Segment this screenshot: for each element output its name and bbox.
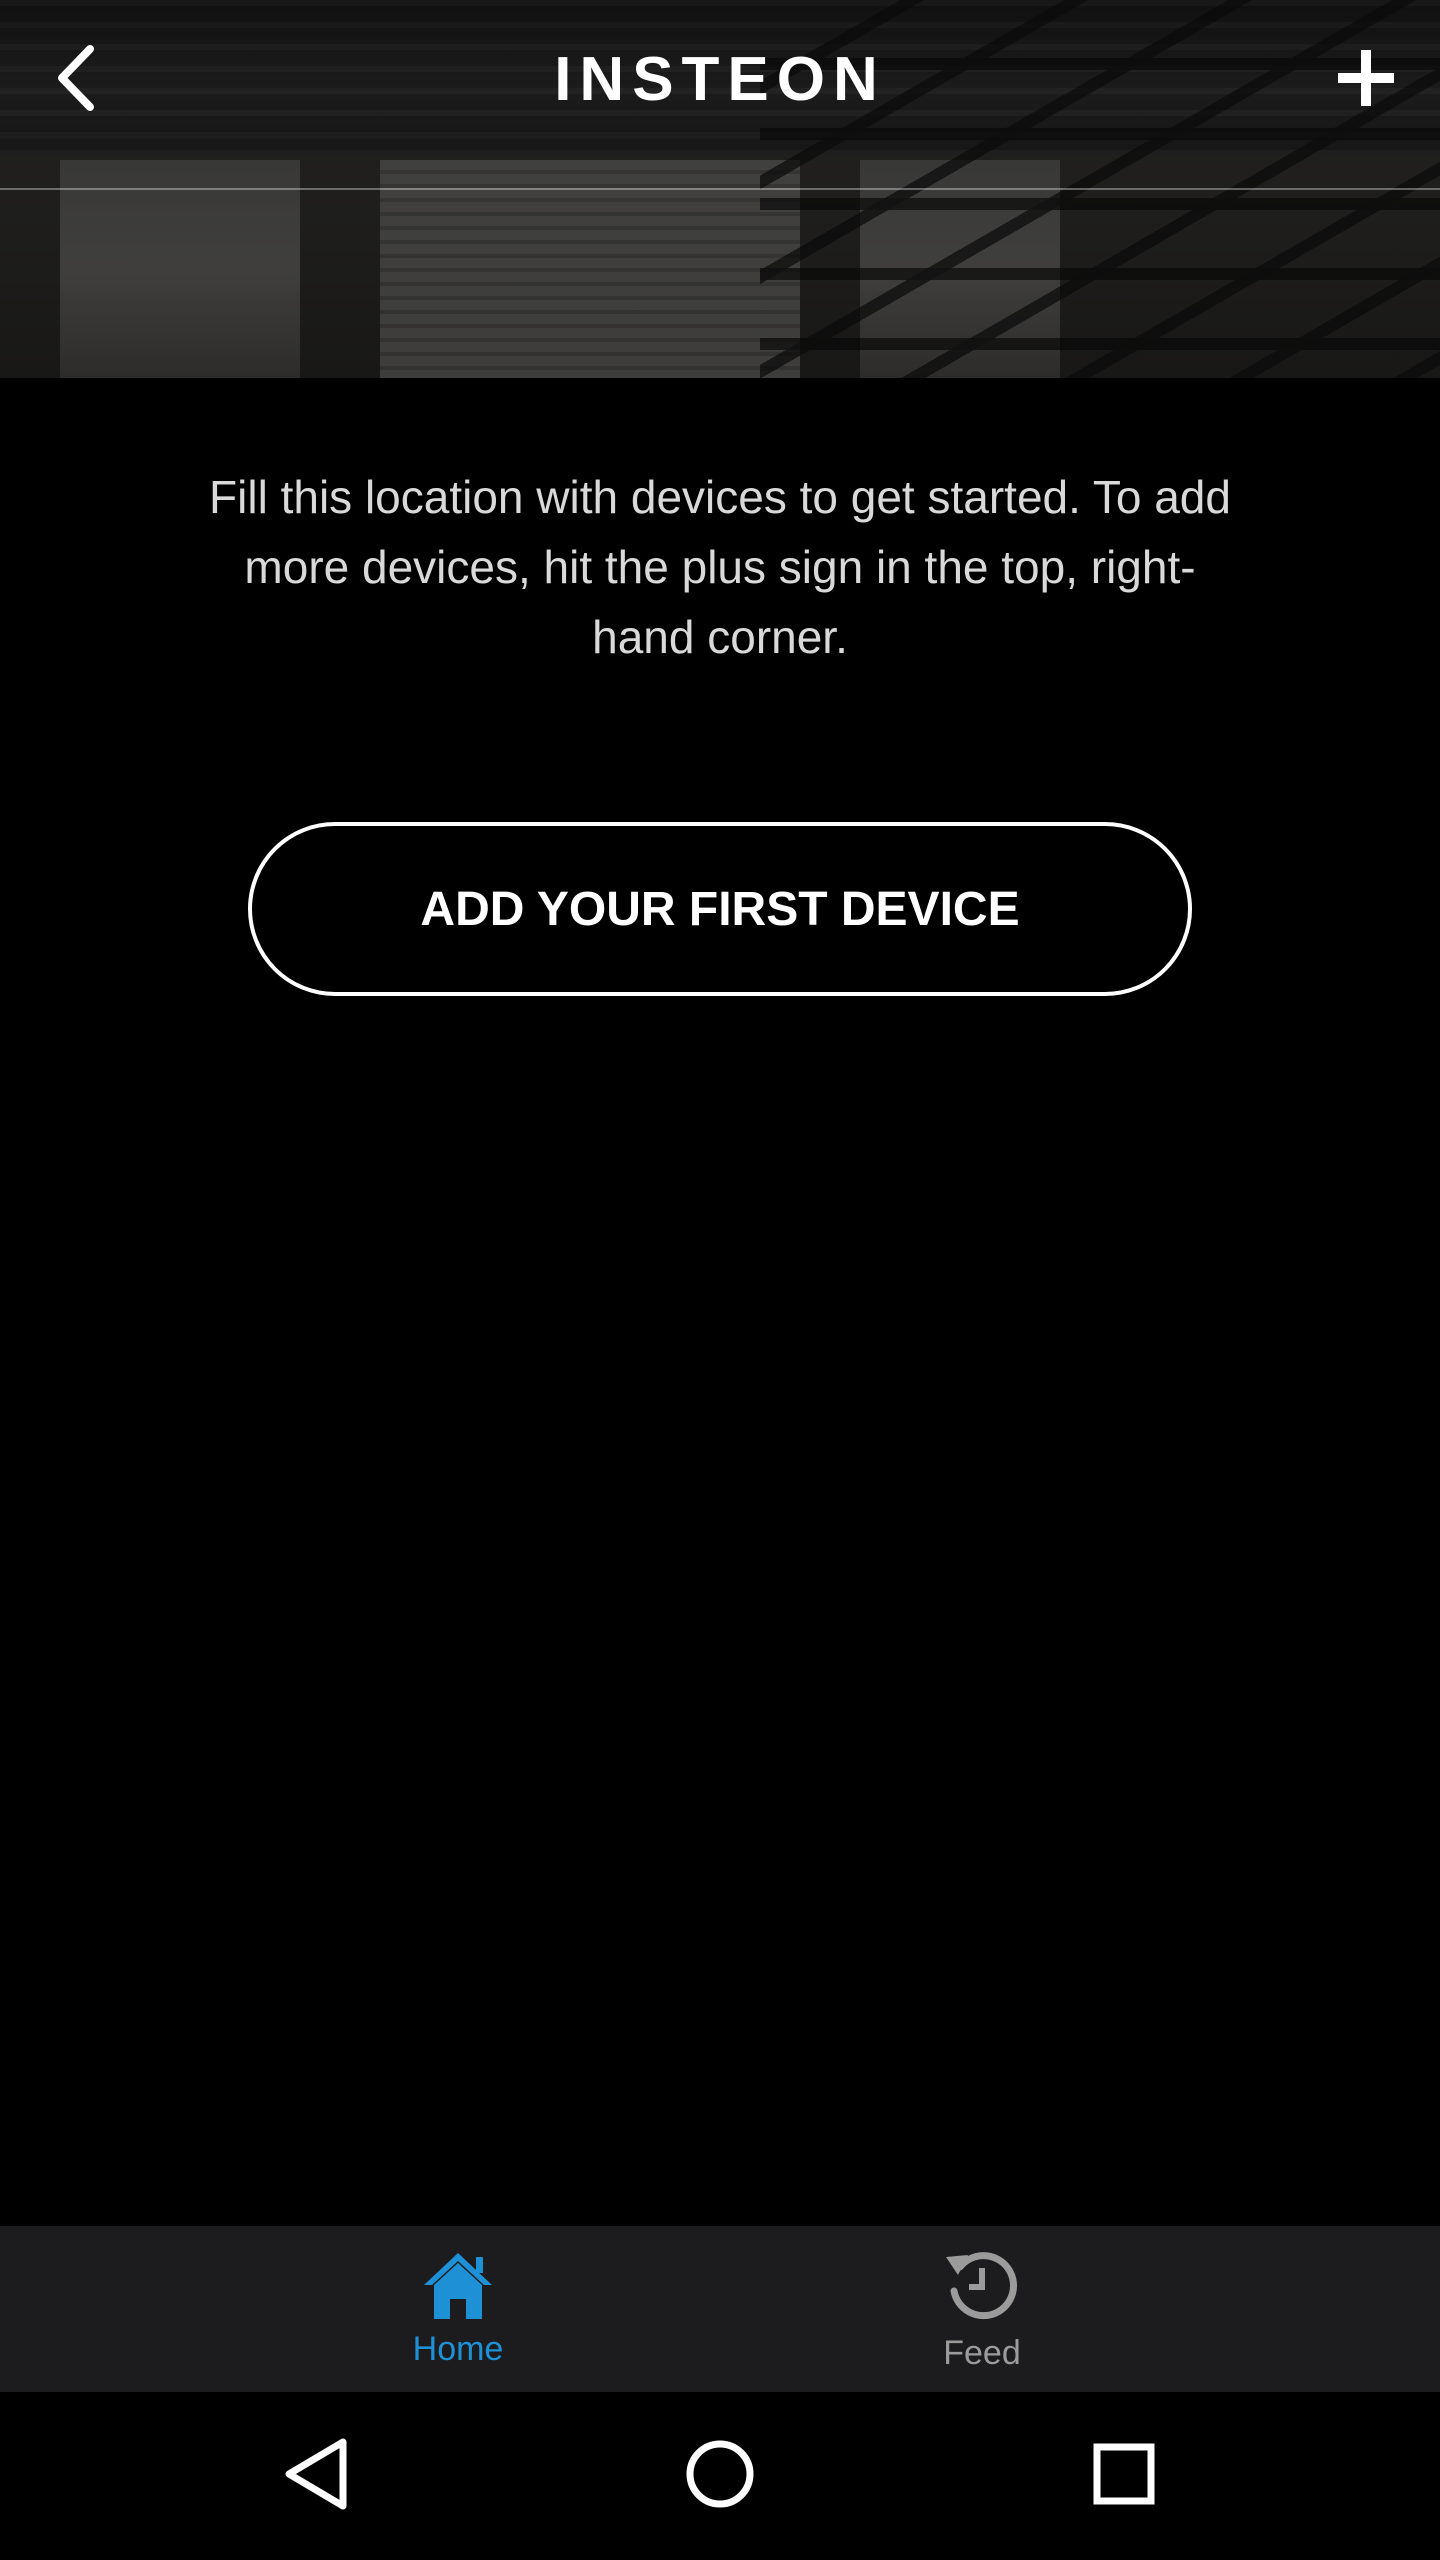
system-recents-button[interactable]: [1074, 2426, 1174, 2526]
bottom-tab-bar: Home Feed: [0, 2226, 1440, 2392]
square-recents-icon: [1092, 2442, 1156, 2511]
house-icon: [422, 2249, 494, 2326]
plus-icon: [1336, 48, 1396, 113]
triangle-back-icon: [281, 2436, 351, 2517]
history-icon: [942, 2245, 1022, 2330]
system-navigation-bar: [0, 2392, 1440, 2560]
add-first-device-button[interactable]: ADD YOUR FIRST DEVICE: [248, 822, 1192, 996]
app-title: INSTEON: [554, 45, 886, 114]
tab-home-label: Home: [412, 2330, 504, 2368]
tab-feed[interactable]: Feed: [832, 2226, 1132, 2392]
add-device-button[interactable]: [1326, 40, 1406, 120]
header-divider: [0, 188, 1440, 190]
tab-feed-label: Feed: [943, 2334, 1021, 2372]
system-back-button[interactable]: [266, 2426, 366, 2526]
screen: INSTEON Fill this location with devices …: [0, 0, 1440, 2560]
system-home-button[interactable]: [670, 2426, 770, 2526]
empty-location-message: Fill this location with devices to get s…: [209, 471, 1231, 663]
circle-home-icon: [684, 2438, 756, 2515]
tab-home[interactable]: Home: [308, 2226, 608, 2392]
top-app-bar: INSTEON: [0, 0, 1440, 160]
